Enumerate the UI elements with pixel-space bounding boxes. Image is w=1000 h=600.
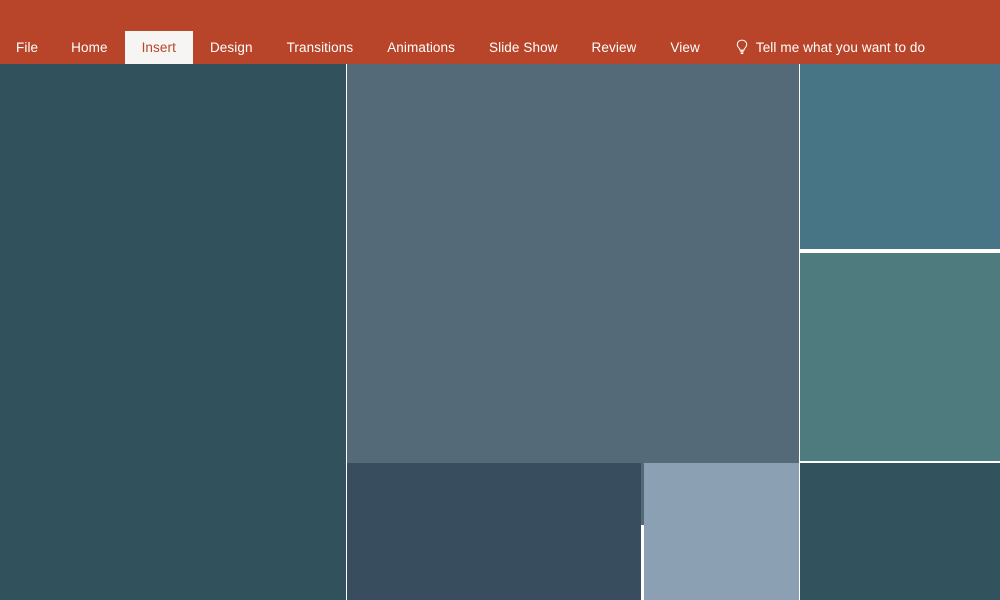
tab-slideshow[interactable]: Slide Show [472, 31, 575, 64]
tab-review[interactable]: Review [575, 31, 654, 64]
tell-me-label: Tell me what you want to do [756, 40, 925, 55]
tile-left-panel[interactable] [0, 64, 346, 600]
tab-animations[interactable]: Animations [370, 31, 472, 64]
tile-right-top[interactable] [800, 64, 1000, 249]
tab-home-label: Home [71, 41, 107, 55]
tab-home[interactable]: Home [54, 31, 124, 64]
ribbon-tab-strip: File Home Insert Design Transitions Anim… [0, 31, 1000, 64]
tile-bottom-light[interactable] [644, 463, 799, 600]
tab-transitions[interactable]: Transitions [270, 31, 371, 64]
tab-animations-label: Animations [387, 41, 455, 55]
tab-view[interactable]: View [653, 31, 716, 64]
tab-transitions-label: Transitions [287, 41, 354, 55]
tile-right-middle[interactable] [800, 253, 1000, 461]
lightbulb-icon [735, 39, 749, 56]
tab-design[interactable]: Design [193, 31, 270, 64]
tab-slideshow-label: Slide Show [489, 41, 558, 55]
tab-insert-label: Insert [142, 41, 176, 55]
tile-bottom-dark[interactable] [347, 463, 641, 600]
tab-review-label: Review [592, 41, 637, 55]
tab-design-label: Design [210, 41, 253, 55]
tab-insert[interactable]: Insert [125, 31, 193, 64]
tab-view-label: View [670, 41, 699, 55]
tile-bottom-right-dark[interactable] [800, 463, 1000, 600]
tile-center-large[interactable] [347, 64, 799, 525]
tab-file-label: File [16, 41, 38, 55]
tell-me-search[interactable]: Tell me what you want to do [717, 31, 925, 64]
ribbon: File Home Insert Design Transitions Anim… [0, 0, 1000, 64]
slide-canvas[interactable] [0, 64, 1000, 600]
tab-file[interactable]: File [0, 31, 54, 64]
